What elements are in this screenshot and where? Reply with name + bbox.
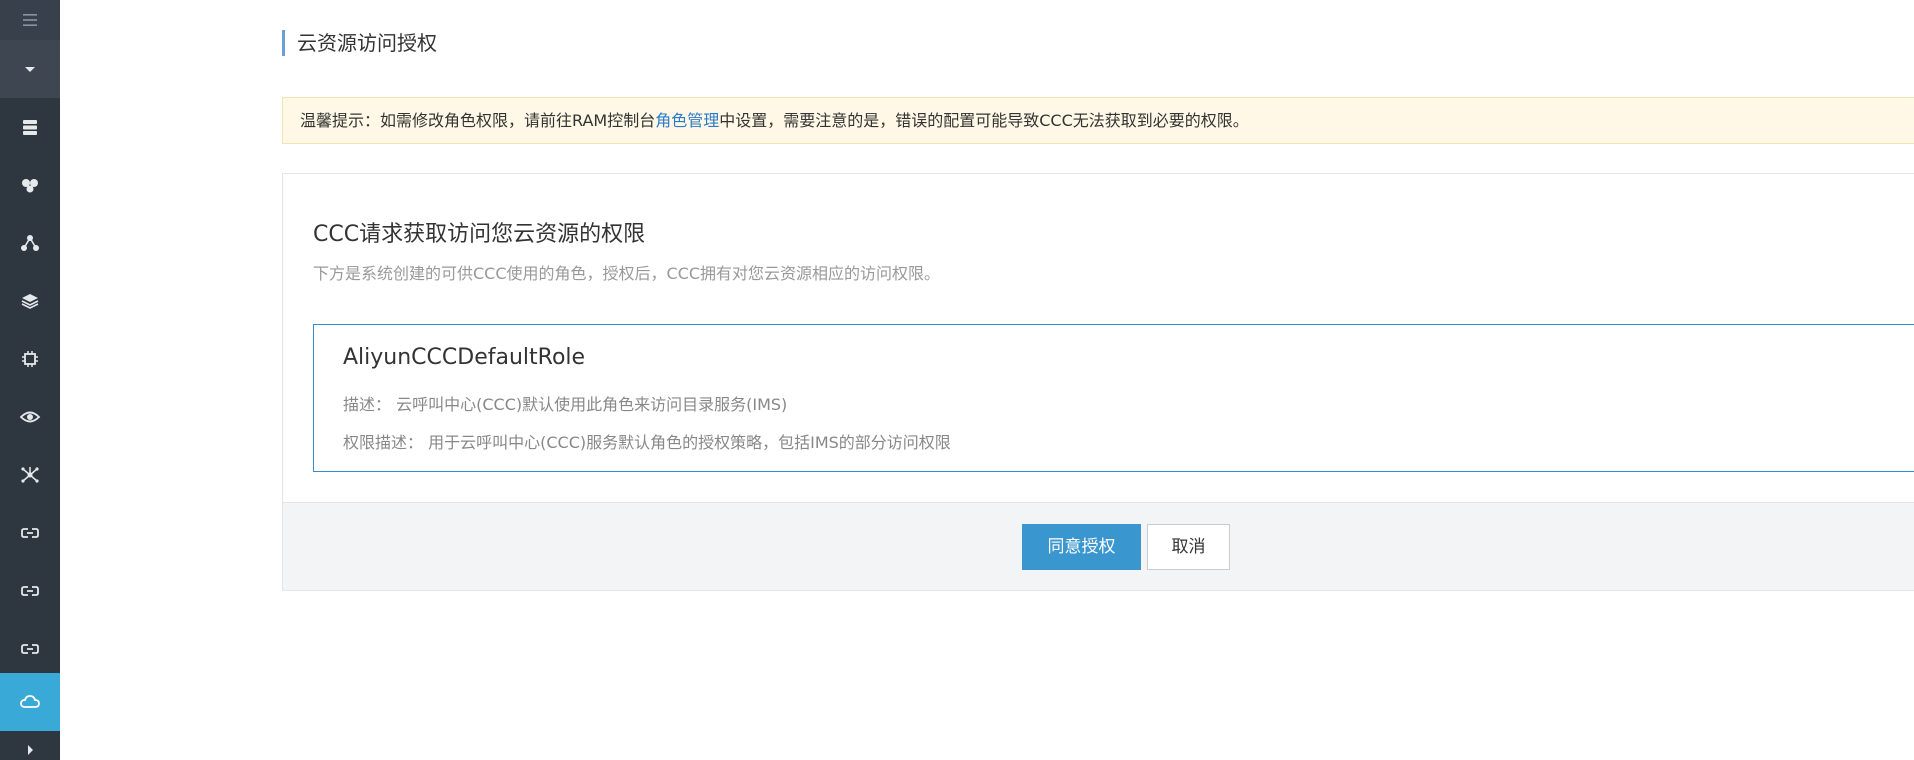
network-icon[interactable] bbox=[0, 214, 60, 272]
authorization-card: CCC请求获取访问您云资源的权限 下方是系统创建的可供CCC使用的角色，授权后，… bbox=[282, 173, 1914, 591]
card-footer: 同意授权 取消 bbox=[283, 502, 1914, 590]
role-description-value: 云呼叫中心(CCC)默认使用此角色来访问目录服务(IMS) bbox=[396, 395, 788, 414]
card-title: CCC请求获取访问您云资源的权限 bbox=[313, 222, 646, 247]
warning-notice: 温馨提示：如需修改角色权限，请前往RAM控制台角色管理中设置，需要注意的是，错误… bbox=[282, 97, 1914, 144]
menu-icon[interactable] bbox=[0, 0, 60, 40]
sidebar bbox=[0, 0, 60, 760]
cloud-nodes-icon[interactable] bbox=[0, 156, 60, 214]
role-name: AliyunCCCDefaultRole bbox=[343, 345, 586, 370]
eye-icon[interactable] bbox=[0, 388, 60, 446]
role-permission-value: 用于云呼叫中心(CCC)服务默认角色的授权策略，包括IMS的部分访问权限 bbox=[428, 433, 951, 452]
arrow-right-icon[interactable] bbox=[0, 731, 60, 760]
cancel-button[interactable]: 取消 bbox=[1147, 524, 1230, 570]
role-permission: 权限描述： 用于云呼叫中心(CCC)服务默认角色的授权策略，包括IMS的部分访问… bbox=[343, 429, 951, 453]
card-subtitle: 下方是系统创建的可供CCC使用的角色，授权后，CCC拥有对您云资源相应的访问权限… bbox=[313, 264, 941, 283]
chevron-down-icon[interactable] bbox=[0, 40, 60, 98]
role-description-label: 描述： bbox=[343, 395, 392, 414]
link-icon[interactable] bbox=[0, 620, 60, 678]
page-title: 云资源访问授权 bbox=[282, 30, 437, 56]
role-management-link[interactable]: 角色管理 bbox=[655, 111, 719, 130]
role-description: 描述： 云呼叫中心(CCC)默认使用此角色来访问目录服务(IMS) bbox=[343, 391, 787, 415]
link-icon[interactable] bbox=[0, 504, 60, 562]
notice-prefix: 温馨提示：如需修改角色权限，请前往RAM控制台 bbox=[300, 111, 656, 130]
chip-icon[interactable] bbox=[0, 330, 60, 388]
layers-icon[interactable] bbox=[0, 272, 60, 330]
main-content: 云资源访问授权 温馨提示：如需修改角色权限，请前往RAM控制台角色管理中设置，需… bbox=[60, 0, 1914, 760]
notice-suffix: 中设置，需要注意的是，错误的配置可能导致CCC无法获取到必要的权限。 bbox=[719, 111, 1249, 130]
molecule-icon[interactable] bbox=[0, 446, 60, 504]
agree-authorize-button[interactable]: 同意授权 bbox=[1022, 524, 1141, 570]
role-permission-label: 权限描述： bbox=[343, 433, 424, 452]
cloud-icon[interactable] bbox=[0, 673, 60, 731]
link-icon[interactable] bbox=[0, 562, 60, 620]
role-box: AliyunCCCDefaultRole 描述： 云呼叫中心(CCC)默认使用此… bbox=[313, 324, 1914, 472]
server-icon[interactable] bbox=[0, 98, 60, 156]
